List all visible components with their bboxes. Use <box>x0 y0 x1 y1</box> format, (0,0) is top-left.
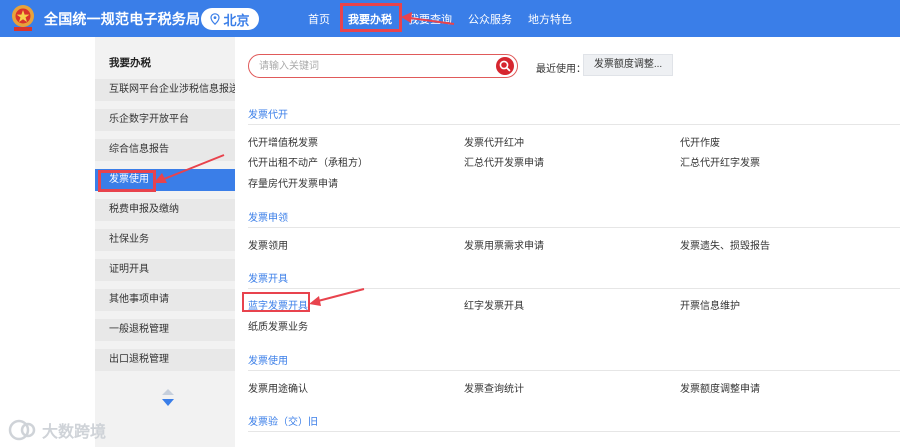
link-invoice-collect[interactable]: 发票领用 <box>248 237 288 252</box>
link-paper-invoice[interactable]: 纸质发票业务 <box>248 318 308 333</box>
city-name: 北京 <box>223 12 250 28</box>
section-title-invoice-verify: 发票验（交）旧 <box>248 417 318 428</box>
sidebar-item-other-application[interactable]: 其他事项申请 <box>95 289 235 311</box>
nav-local-features[interactable]: 地方特色 <box>528 11 572 27</box>
nav-home[interactable]: 首页 <box>308 11 330 27</box>
sidebar-item-certificate[interactable]: 证明开具 <box>95 259 235 281</box>
section-title-invoice-issue: 发票开具 <box>248 274 288 285</box>
link-invoice-quota-adjust[interactable]: 发票额度调整申请 <box>680 380 760 395</box>
link-invoice-info-maintain[interactable]: 开票信息维护 <box>680 297 740 312</box>
sidebar-item-info-report[interactable]: 综合信息报告 <box>95 139 235 161</box>
recent-used-chip[interactable]: 发票额度调整... <box>583 54 673 76</box>
watermark-logo-icon <box>8 419 36 441</box>
nav-public-service[interactable]: 公众服务 <box>468 11 512 27</box>
search-icon <box>499 60 511 72</box>
sidebar-item-platform-reporting[interactable]: 互联网平台企业涉税信息报送 <box>95 79 235 101</box>
section-divider <box>248 227 900 228</box>
link-summary-agent-apply[interactable]: 汇总代开发票申请 <box>464 154 544 169</box>
link-invoice-query-stats[interactable]: 发票查询统计 <box>464 380 524 395</box>
sidebar-item-declaration[interactable]: 税费申报及缴纳 <box>95 199 235 221</box>
link-highlight-box <box>242 292 310 312</box>
link-agent-void[interactable]: 代开作废 <box>680 134 720 149</box>
recent-used-label: 最近使用： <box>536 64 586 75</box>
link-agent-red-reversal[interactable]: 发票代开红冲 <box>464 134 524 149</box>
city-selector[interactable]: 北京 <box>201 8 259 30</box>
link-invoice-demand[interactable]: 发票用票需求申请 <box>464 237 544 252</box>
scroll-down-icon[interactable] <box>162 399 174 406</box>
watermark-text: 大数跨境 <box>42 424 107 441</box>
nav-query[interactable]: 我要查询 <box>408 11 452 27</box>
sidebar: 我要办税 互联网平台企业涉税信息报送 乐企数字开放平台 综合信息报告 发票使用 … <box>95 37 235 447</box>
link-invoice-loss-report[interactable]: 发票遗失、损毁报告 <box>680 237 770 252</box>
link-summary-agent-red[interactable]: 汇总代开红字发票 <box>680 154 760 169</box>
search-button[interactable] <box>496 57 514 75</box>
section-title-invoice-use: 发票使用 <box>248 356 288 367</box>
sidebar-highlight-box <box>98 170 156 192</box>
link-invoice-purpose-confirm[interactable]: 发票用途确认 <box>248 380 308 395</box>
site-title: 全国统一规范电子税务局 <box>44 11 201 27</box>
section-title-invoice-apply: 发票申领 <box>248 213 288 224</box>
search-box[interactable] <box>248 54 518 78</box>
nav-highlight-box <box>340 3 402 32</box>
search-input[interactable] <box>259 58 479 74</box>
sidebar-item-general-refund[interactable]: 一般退税管理 <box>95 319 235 341</box>
link-existing-house-agent[interactable]: 存量房代开发票申请 <box>248 175 338 190</box>
section-divider <box>248 370 900 371</box>
sidebar-title: 我要办税 <box>109 57 151 69</box>
section-divider <box>248 431 900 432</box>
section-divider <box>248 124 900 125</box>
section-title-invoice-agent: 发票代开 <box>248 110 288 121</box>
location-pin-icon <box>210 13 221 25</box>
top-header: 全国统一规范电子税务局 北京 首页 我要办税 我要查询 公众服务 地方特色 <box>0 0 900 37</box>
sidebar-item-social-security[interactable]: 社保业务 <box>95 229 235 251</box>
link-pointer-arrow-icon <box>309 288 365 306</box>
sidebar-item-leqi-platform[interactable]: 乐企数字开放平台 <box>95 109 235 131</box>
scroll-up-icon[interactable] <box>162 389 174 395</box>
link-agent-rental-property[interactable]: 代开出租不动产（承租方） <box>248 154 368 169</box>
link-agent-vat-invoice[interactable]: 代开增值税发票 <box>248 134 318 149</box>
tax-emblem-icon <box>12 5 34 31</box>
section-divider <box>248 288 900 289</box>
watermark: 大数跨境 <box>8 418 106 442</box>
link-red-invoice-issue[interactable]: 红字发票开具 <box>464 297 524 312</box>
sidebar-item-export-refund[interactable]: 出口退税管理 <box>95 349 235 371</box>
